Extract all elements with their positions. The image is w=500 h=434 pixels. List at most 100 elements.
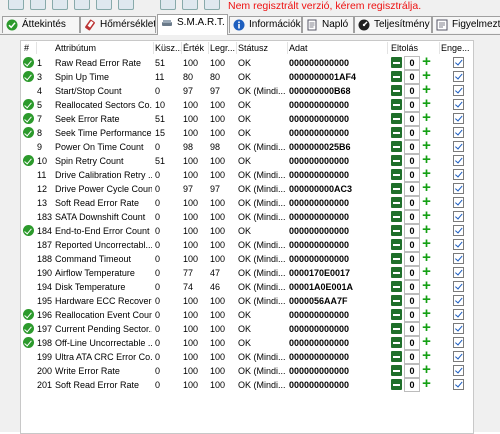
table-row[interactable]: 9 Power On Time Count 0 98 98 OK (Mindi... 000… [21,138,473,154]
offset-field[interactable]: 0 [404,154,420,168]
column-offset[interactable]: Eltolás [391,43,418,53]
decrease-offset-button[interactable] [391,197,402,208]
offset-field[interactable]: 0 [404,308,420,322]
enabled-checkbox[interactable] [453,365,464,376]
offset-field[interactable]: 0 [404,168,420,182]
tab-alerts[interactable]: Figyelmezt [432,16,500,33]
decrease-offset-button[interactable] [391,295,402,306]
column-enabled[interactable]: Enge... [441,43,471,53]
tab-log[interactable]: Napló [302,16,354,33]
enabled-checkbox[interactable] [453,211,464,222]
toolbar-icon[interactable] [96,0,112,10]
toolbar-icon[interactable] [74,0,90,10]
decrease-offset-button[interactable] [391,309,402,320]
table-row[interactable]: 195 Hardware ECC Recovered 0 100 100 OK (Mind… [21,292,473,308]
offset-field[interactable]: 0 [404,140,420,154]
enabled-checkbox[interactable] [453,71,464,82]
offset-field[interactable]: 0 [404,266,420,280]
toolbar-icon[interactable] [204,0,220,10]
table-row[interactable]: 198 Off-Line Uncorrectable ... 0 100 100 OK 00… [21,334,473,350]
table-row[interactable]: 197 Current Pending Sector... 0 100 100 OK 000… [21,320,473,336]
enabled-checkbox[interactable] [453,239,464,250]
table-row[interactable]: 10 Spin Retry Count 51 100 100 OK 000000000000… [21,152,473,168]
table-row[interactable]: 188 Command Timeout 0 100 100 OK (Mindi... 000… [21,250,473,266]
offset-field[interactable]: 0 [404,210,420,224]
decrease-offset-button[interactable] [391,85,402,96]
decrease-offset-button[interactable] [391,99,402,110]
offset-field[interactable]: 0 [404,182,420,196]
decrease-offset-button[interactable] [391,127,402,138]
tab-smart[interactable]: S.M.A.R.T. [157,14,228,35]
offset-field[interactable]: 0 [404,224,420,238]
decrease-offset-button[interactable] [391,155,402,166]
decrease-offset-button[interactable] [391,379,402,390]
offset-field[interactable]: 0 [404,126,420,140]
decrease-offset-button[interactable] [391,225,402,236]
table-row[interactable]: 7 Seek Error Rate 51 100 100 OK 000000000000 0 + [21,110,473,126]
decrease-offset-button[interactable] [391,57,402,68]
offset-field[interactable]: 0 [404,238,420,252]
enabled-checkbox[interactable] [453,309,464,320]
enabled-checkbox[interactable] [453,85,464,96]
table-row[interactable]: 196 Reallocation Event Count 0 100 100 OK 0000… [21,306,473,322]
offset-field[interactable]: 0 [404,322,420,336]
offset-field[interactable]: 0 [404,252,420,266]
table-row[interactable]: 11 Drive Calibration Retry ... 0 100 100 OK (… [21,166,473,182]
offset-field[interactable]: 0 [404,84,420,98]
tab-temperature[interactable]: Hőmérséklet [80,16,156,33]
offset-field[interactable]: 0 [404,294,420,308]
offset-field[interactable]: 0 [404,112,420,126]
enabled-checkbox[interactable] [453,127,464,138]
toolbar-icon[interactable] [118,0,134,10]
enabled-checkbox[interactable] [453,379,464,390]
offset-field[interactable]: 0 [404,336,420,350]
table-row[interactable]: 5 Reallocated Sectors Co... 10 100 100 OK 0000… [21,96,473,112]
enabled-checkbox[interactable] [453,183,464,194]
tab-performance[interactable]: Teljesítmény [354,16,432,33]
table-row[interactable]: 4 Start/Stop Count 0 97 97 OK (Mindi... 000000… [21,82,473,98]
table-row[interactable]: 12 Drive Power Cycle Count 0 97 97 OK (Mindi.… [21,180,473,196]
toolbar-icon[interactable] [30,0,46,10]
decrease-offset-button[interactable] [391,253,402,264]
enabled-checkbox[interactable] [453,323,464,334]
decrease-offset-button[interactable] [391,141,402,152]
enabled-checkbox[interactable] [453,225,464,236]
decrease-offset-button[interactable] [391,183,402,194]
column-attribute[interactable]: Attribútum [55,43,96,53]
decrease-offset-button[interactable] [391,267,402,278]
decrease-offset-button[interactable] [391,323,402,334]
decrease-offset-button[interactable] [391,351,402,362]
enabled-checkbox[interactable] [453,155,464,166]
column-status[interactable]: Státusz [238,43,268,53]
table-row[interactable]: 3 Spin Up Time 11 80 80 OK 0000000001AF4 0 + [21,68,473,84]
smart-attributes-list[interactable]: # Attribútum Küsz... Érték Legr... Státu… [20,40,474,434]
offset-field[interactable]: 0 [404,196,420,210]
decrease-offset-button[interactable] [391,71,402,82]
offset-field[interactable]: 0 [404,378,420,392]
enabled-checkbox[interactable] [453,197,464,208]
table-row[interactable]: 187 Reported Uncorrectabl... 0 100 100 OK (Mi… [21,236,473,252]
decrease-offset-button[interactable] [391,113,402,124]
column-data[interactable]: Adat [289,43,308,53]
column-value[interactable]: Érték [183,43,204,53]
enabled-checkbox[interactable] [453,169,464,180]
table-row[interactable]: 184 End-to-End Error Count 0 100 100 OK 000000… [21,222,473,238]
info-icon[interactable] [182,0,198,10]
tab-information[interactable]: Információk [229,16,302,33]
decrease-offset-button[interactable] [391,169,402,180]
offset-field[interactable]: 0 [404,56,420,70]
toolbar-icon[interactable] [8,0,24,10]
table-row[interactable]: 199 Ultra ATA CRC Error Co... 0 100 100 OK (M… [21,348,473,364]
table-row[interactable]: 183 SATA Downshift Count 0 100 100 OK (Mindi.… [21,208,473,224]
decrease-offset-button[interactable] [391,211,402,222]
table-row[interactable]: 194 Disk Temperature 0 74 46 OK (Mindi... 0000… [21,278,473,294]
decrease-offset-button[interactable] [391,281,402,292]
toolbar-icon[interactable] [52,0,68,10]
enabled-checkbox[interactable] [453,295,464,306]
enabled-checkbox[interactable] [453,113,464,124]
enabled-checkbox[interactable] [453,351,464,362]
offset-field[interactable]: 0 [404,70,420,84]
enabled-checkbox[interactable] [453,281,464,292]
enabled-checkbox[interactable] [453,57,464,68]
enabled-checkbox[interactable] [453,267,464,278]
